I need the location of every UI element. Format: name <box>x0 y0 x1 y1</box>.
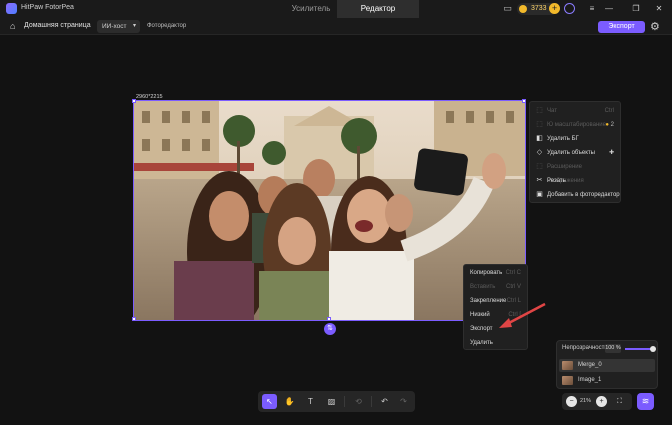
resize-handle-top-left[interactable] <box>132 99 136 103</box>
notes-icon[interactable]: ▭ <box>502 3 513 14</box>
ai-tools-menu: ⬚ Чат Ctrl ⬚ Ю масштабирование ● 2 ◧ Уда… <box>529 101 621 203</box>
layers-panel: Непрозрачность 100 % Merge_0 Image_1 <box>556 340 658 389</box>
menu-item-remove-bg[interactable]: ◧ Удалить БГ <box>530 132 620 146</box>
gear-icon[interactable]: ⚙ <box>650 20 660 33</box>
title-bar: HitPaw FotorPea Усилитель Редактор ▭ 373… <box>0 0 672 18</box>
credits-count: 3733 <box>531 5 547 12</box>
hand-tool-icon[interactable]: ✋ <box>282 394 297 409</box>
coin-icon <box>519 5 527 13</box>
arrow-annotation-icon <box>499 302 546 328</box>
remove-bg-icon: ◧ <box>536 135 543 142</box>
chevron-down-icon: ▾ <box>132 23 136 29</box>
expand-icon: ⬚ <box>536 163 543 170</box>
menu-item-chat: ⬚ Чат Ctrl <box>530 104 620 118</box>
layer-row-merge[interactable]: Merge_0 <box>559 359 655 372</box>
home-icon[interactable]: ⌂ <box>10 21 15 31</box>
layer-row-image[interactable]: Image_1 <box>559 374 655 387</box>
nav-bar: ⌂ Домашняя страница ИИ-хост ▾ Фоторедакт… <box>0 18 672 35</box>
eraser-icon: ◇ <box>536 149 543 156</box>
plus-icon: ✚ <box>608 150 614 156</box>
app-title: HitPaw FotorPea <box>21 4 74 11</box>
model-dropdown-value: ИИ-хост <box>102 23 127 30</box>
tab-editor[interactable]: Редактор <box>337 0 419 18</box>
bottom-toolbar: ↖ ✋ T ▨ ⟲ ↶ ↷ <box>258 391 415 412</box>
undo-icon[interactable]: ↶ <box>377 394 392 409</box>
home-link[interactable]: Домашняя страница <box>24 22 91 29</box>
add-image-icon: ▣ <box>536 191 543 198</box>
add-credits-icon[interactable]: + <box>549 3 560 14</box>
zoom-bar: − 21% + ⛶ <box>562 393 632 410</box>
resize-handle-bottom-left[interactable] <box>132 317 136 321</box>
breadcrumb: Фоторедактор <box>147 23 187 29</box>
rotate-icon[interactable]: ⇅ <box>324 323 336 335</box>
redo-icon: ↷ <box>400 397 407 406</box>
opacity-label: Непрозрачность <box>562 345 608 351</box>
ctx-delete[interactable]: Удалить <box>464 336 527 350</box>
zoom-in-icon[interactable]: + <box>596 396 607 407</box>
ctx-copy[interactable]: Копировать Ctrl C <box>464 266 527 280</box>
zoom-level: 21% <box>580 398 592 404</box>
scissors-icon: ✂ <box>536 177 543 184</box>
layer-thumbnail <box>562 361 573 370</box>
user-avatar-icon[interactable] <box>564 3 575 14</box>
fit-screen-icon[interactable]: ⛶ <box>614 396 625 407</box>
restore-icon[interactable]: ❐ <box>629 2 643 16</box>
layer-thumbnail <box>562 376 573 385</box>
close-icon[interactable]: ✕ <box>652 2 666 16</box>
resize-handle-top-right[interactable] <box>522 99 526 103</box>
opacity-input[interactable]: 100 % <box>605 344 621 353</box>
repeat-icon: ⟲ <box>355 397 362 406</box>
menu-item-cut[interactable]: ✂ Резать <box>530 174 620 188</box>
opacity-slider-handle[interactable] <box>650 346 656 352</box>
model-dropdown[interactable]: ИИ-хост ▾ <box>97 20 140 33</box>
menu-item-remove-objects[interactable]: ◇ Удалить объекты ✚ <box>530 146 620 160</box>
opacity-slider[interactable] <box>625 346 656 352</box>
menu-icon[interactable]: ≡ <box>585 2 599 16</box>
canvas-dimensions: 2960*2215 <box>136 94 163 100</box>
resize-handle-bottom[interactable] <box>327 317 331 321</box>
zoom-out-icon[interactable]: − <box>566 396 577 407</box>
layers-toggle-icon[interactable]: ≋ <box>637 393 654 410</box>
minimize-icon[interactable]: — <box>602 2 616 16</box>
menu-item-add-to-editor[interactable]: ▣ Добавить в фоторедактор <box>530 188 620 202</box>
app-logo-icon <box>6 3 17 14</box>
text-tool-icon[interactable]: T <box>303 394 318 409</box>
menu-item-upscale: ⬚ Ю масштабирование ● 2 <box>530 118 620 132</box>
upscale-icon: ⬚ <box>536 121 543 128</box>
export-button[interactable]: Экспорт <box>598 21 645 33</box>
menu-item-expand-image: ⬚ Расширение изображения <box>530 160 620 184</box>
chat-icon: ⬚ <box>536 107 543 114</box>
image-tool-icon[interactable]: ▨ <box>324 394 339 409</box>
ctx-paste: Вставить Ctrl V <box>470 284 521 290</box>
select-tool-icon[interactable]: ↖ <box>262 394 277 409</box>
